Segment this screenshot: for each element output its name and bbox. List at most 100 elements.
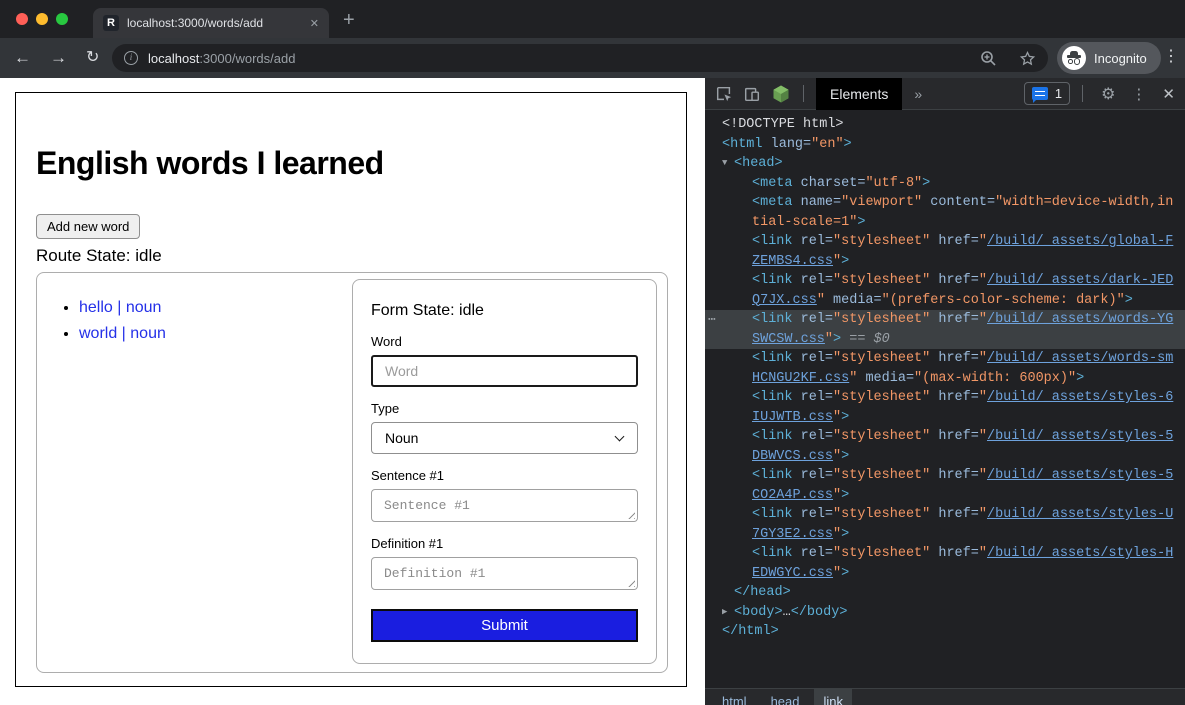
reload-button[interactable]: ↻ <box>86 47 99 69</box>
more-tabs-icon[interactable]: » <box>914 86 922 102</box>
word-label: Word <box>371 334 638 349</box>
dom-tree-node[interactable]: CO2A4P.css"> <box>705 486 1185 506</box>
device-toolbar-icon[interactable] <box>743 85 761 103</box>
type-select[interactable]: Noun <box>371 422 638 454</box>
forward-button[interactable]: → <box>50 47 67 69</box>
dom-tree-node[interactable]: ZEMBS4.css"> <box>705 252 1185 272</box>
incognito-icon <box>1062 46 1086 70</box>
tab-title: localhost:3000/words/add <box>127 16 302 30</box>
dom-tree-node[interactable]: <html lang="en"> <box>705 135 1185 155</box>
dom-tree-node[interactable]: IUJWTB.css"> <box>705 408 1185 428</box>
inspect-element-icon[interactable] <box>715 85 733 103</box>
message-count: 1 <box>1055 86 1062 101</box>
word-link[interactable]: world | noun <box>79 325 166 342</box>
maximize-window-button[interactable] <box>56 13 68 25</box>
browser-tab[interactable]: R localhost:3000/words/add ✕ <box>93 8 329 38</box>
close-window-button[interactable] <box>16 13 28 25</box>
breadcrumb-item[interactable]: link <box>814 689 852 705</box>
toolbar-divider <box>1082 85 1083 102</box>
dom-tree-node[interactable]: <link rel="stylesheet" href="/build/_ass… <box>705 544 1185 564</box>
page-viewport: English words I learned Add new word Rou… <box>0 78 705 705</box>
app-container: English words I learned Add new word Rou… <box>15 92 687 687</box>
dom-tree-node[interactable]: <link rel="stylesheet" href="/build/_ass… <box>705 466 1185 486</box>
sentence-field-group: Sentence #1 <box>371 468 638 522</box>
breadcrumb-item[interactable]: html <box>713 689 756 705</box>
zoom-icon[interactable] <box>980 50 997 67</box>
bookmark-star-icon[interactable] <box>1019 50 1036 67</box>
remix-favicon-icon: R <box>103 15 119 31</box>
tab-elements[interactable]: Elements <box>816 78 902 110</box>
add-new-word-button[interactable]: Add new word <box>36 214 140 239</box>
browser-menu-icon[interactable]: ⋮ <box>1163 46 1179 66</box>
settings-gear-icon[interactable]: ⚙ <box>1101 84 1115 103</box>
dom-tree-node[interactable]: <!DOCTYPE html> <box>705 115 1185 135</box>
site-info-icon[interactable]: i <box>124 51 138 65</box>
tab-close-icon[interactable]: ✕ <box>310 17 319 30</box>
dom-tree-node[interactable]: <link rel="stylesheet" href="/build/_ass… <box>705 349 1185 369</box>
new-tab-button[interactable]: + <box>343 9 355 32</box>
dom-tree-node[interactable]: <link rel="stylesheet" href="/build/_ass… <box>705 388 1185 408</box>
message-bubble-icon <box>1032 87 1048 100</box>
dom-tree-node[interactable]: Q7JX.css" media="(prefers-color-scheme: … <box>705 291 1185 311</box>
add-word-form: Form State: idle Word Type Noun Sentence… <box>352 279 657 664</box>
window-controls[interactable] <box>16 13 68 25</box>
devtools-close-icon[interactable]: ✕ <box>1162 85 1175 103</box>
dom-tree-node[interactable]: <link rel="stylesheet" href="/build/_ass… <box>705 232 1185 252</box>
browser-toolbar: ← → ↻ i localhost:3000/words/add Incogni… <box>0 38 1185 78</box>
definition-textarea[interactable] <box>371 557 638 590</box>
dom-tree-node[interactable]: </head> <box>705 583 1185 603</box>
node-extension-icon[interactable] <box>771 84 791 104</box>
word-link[interactable]: hello | noun <box>79 299 161 316</box>
type-select-value: Noun <box>385 430 418 446</box>
words-panel: hello | noun world | noun Form State: idl… <box>36 272 668 673</box>
devtools-panel: Elements » 1 ⚙ ⋮ ✕ <!DOCTYPE html><html … <box>705 78 1185 705</box>
minimize-window-button[interactable] <box>36 13 48 25</box>
word-field-group: Word <box>371 334 638 387</box>
toolbar-divider <box>803 85 804 102</box>
type-label: Type <box>371 401 638 416</box>
type-field-group: Type Noun <box>371 401 638 454</box>
url-path: :3000/words/add <box>199 51 295 66</box>
dom-tree[interactable]: <!DOCTYPE html><html lang="en">▼<head><m… <box>705 111 1185 688</box>
definition-label: Definition #1 <box>371 536 638 551</box>
dom-tree-node[interactable]: ▶<body>…</body> <box>705 603 1185 623</box>
address-bar[interactable]: i localhost:3000/words/add <box>112 44 1048 72</box>
dom-tree-node[interactable]: <meta name="viewport" content="width=dev… <box>705 193 1185 213</box>
element-breadcrumbs: html head link <box>705 688 1185 705</box>
dom-tree-node[interactable]: DBWVCS.css"> <box>705 447 1185 467</box>
dom-tree-node[interactable]: <link rel="stylesheet" href="/build/_ass… <box>705 505 1185 525</box>
dom-tree-node[interactable]: ⋯<link rel="stylesheet" href="/build/_as… <box>705 310 1185 330</box>
sentence-label: Sentence #1 <box>371 468 638 483</box>
dom-tree-node[interactable]: <meta charset="utf-8"> <box>705 174 1185 194</box>
word-input[interactable] <box>371 355 638 387</box>
dom-tree-node[interactable]: SWCSW.css"> == $0 <box>705 330 1185 350</box>
tab-strip: R localhost:3000/words/add ✕ + <box>0 0 1185 38</box>
breadcrumb-item[interactable]: head <box>762 689 809 705</box>
url-host: localhost <box>148 51 199 66</box>
dom-tree-node[interactable]: ▼<head> <box>705 154 1185 174</box>
devtools-toolbar: Elements » 1 ⚙ ⋮ ✕ <box>705 78 1185 110</box>
chevron-down-icon <box>615 432 625 442</box>
dom-tree-node[interactable]: <link rel="stylesheet" href="/build/_ass… <box>705 271 1185 291</box>
dom-tree-node[interactable]: <link rel="stylesheet" href="/build/_ass… <box>705 427 1185 447</box>
page-title: English words I learned <box>36 145 666 182</box>
definition-field-group: Definition #1 <box>371 536 638 590</box>
form-state-text: Form State: idle <box>371 302 638 320</box>
route-state-text: Route State: idle <box>36 246 666 266</box>
dom-tree-node[interactable]: EDWGYC.css"> <box>705 564 1185 584</box>
incognito-label: Incognito <box>1094 51 1147 66</box>
back-button[interactable]: ← <box>14 47 31 69</box>
expand-arrow-icon[interactable]: ▼ <box>722 154 734 174</box>
console-messages-badge[interactable]: 1 <box>1024 82 1070 105</box>
dom-tree-node[interactable]: </html> <box>705 622 1185 642</box>
dom-tree-node[interactable]: tial-scale=1"> <box>705 213 1185 233</box>
collapse-arrow-icon[interactable]: ▶ <box>722 603 734 623</box>
url-text[interactable]: localhost:3000/words/add <box>148 51 980 66</box>
submit-button[interactable]: Submit <box>371 609 638 642</box>
dom-tree-node[interactable]: 7GY3E2.css"> <box>705 525 1185 545</box>
dom-tree-node[interactable]: HCNGU2KF.css" media="(max-width: 600px)"… <box>705 369 1185 389</box>
node-options-icon[interactable]: ⋯ <box>708 310 716 330</box>
devtools-menu-icon[interactable]: ⋮ <box>1131 85 1146 103</box>
sentence-textarea[interactable] <box>371 489 638 522</box>
incognito-badge: Incognito <box>1057 42 1161 74</box>
